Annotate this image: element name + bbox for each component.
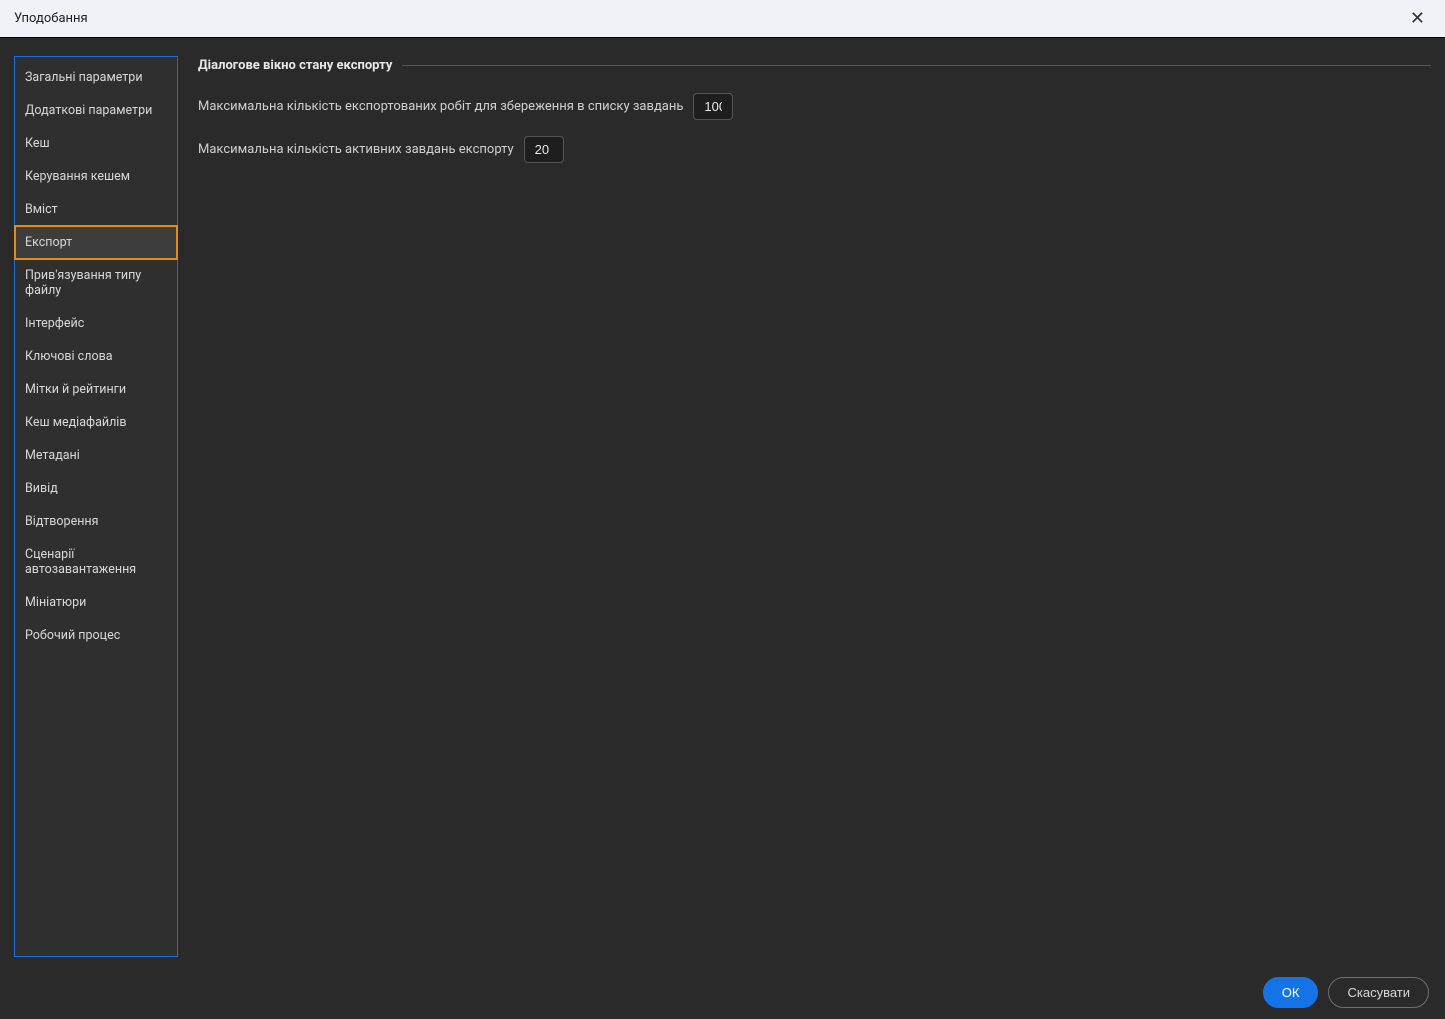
close-icon[interactable]: ✕ <box>1404 6 1431 31</box>
field-max-stored-jobs: Максимальна кількість експортованих робі… <box>198 93 1431 120</box>
sidebar-item-cache-management[interactable]: Керування кешем <box>15 160 177 193</box>
section-header: Діалогове вікно стану експорту <box>198 58 1431 73</box>
sidebar-item-file-type-associations[interactable]: Прив'язування типу файлу <box>15 259 177 307</box>
sidebar: Загальні параметри Додаткові параметри К… <box>14 56 178 957</box>
sidebar-item-labels-ratings[interactable]: Мітки й рейтинги <box>15 373 177 406</box>
ok-button[interactable]: ОК <box>1263 977 1319 1008</box>
sidebar-item-advanced[interactable]: Додаткові параметри <box>15 94 177 127</box>
content-pane: Діалогове вікно стану експорту Максималь… <box>198 56 1431 957</box>
sidebar-item-media-cache[interactable]: Кеш медіафайлів <box>15 406 177 439</box>
sidebar-item-thumbnails[interactable]: Мініатюри <box>15 586 177 619</box>
max-active-jobs-input[interactable] <box>524 136 564 163</box>
section-title: Діалогове вікно стану експорту <box>198 58 392 73</box>
sidebar-item-startup-scripts[interactable]: Сценарії автозавантаження <box>15 538 177 586</box>
titlebar: Уподобання ✕ <box>0 0 1445 38</box>
max-stored-jobs-input[interactable] <box>693 93 733 120</box>
cancel-button[interactable]: Скасувати <box>1328 977 1429 1008</box>
dialog-body: Загальні параметри Додаткові параметри К… <box>0 38 1445 971</box>
sidebar-item-keywords[interactable]: Ключові слова <box>15 340 177 373</box>
sidebar-item-general[interactable]: Загальні параметри <box>15 61 177 94</box>
sidebar-item-export[interactable]: Експорт <box>15 226 177 259</box>
field-label: Максимальна кількість експортованих робі… <box>198 99 683 114</box>
dialog-footer: ОК Скасувати <box>0 971 1445 1019</box>
sidebar-item-cache[interactable]: Кеш <box>15 127 177 160</box>
sidebar-item-playback[interactable]: Відтворення <box>15 505 177 538</box>
sidebar-item-workflow[interactable]: Робочий процес <box>15 619 177 652</box>
sidebar-item-interface[interactable]: Інтерфейс <box>15 307 177 340</box>
field-label: Максимальна кількість активних завдань е… <box>198 142 514 157</box>
sidebar-item-content[interactable]: Вміст <box>15 193 177 226</box>
field-max-active-jobs: Максимальна кількість активних завдань е… <box>198 136 1431 163</box>
sidebar-item-metadata[interactable]: Метадані <box>15 439 177 472</box>
window-title: Уподобання <box>14 11 88 26</box>
section-divider <box>402 65 1431 66</box>
sidebar-item-output[interactable]: Вивід <box>15 472 177 505</box>
